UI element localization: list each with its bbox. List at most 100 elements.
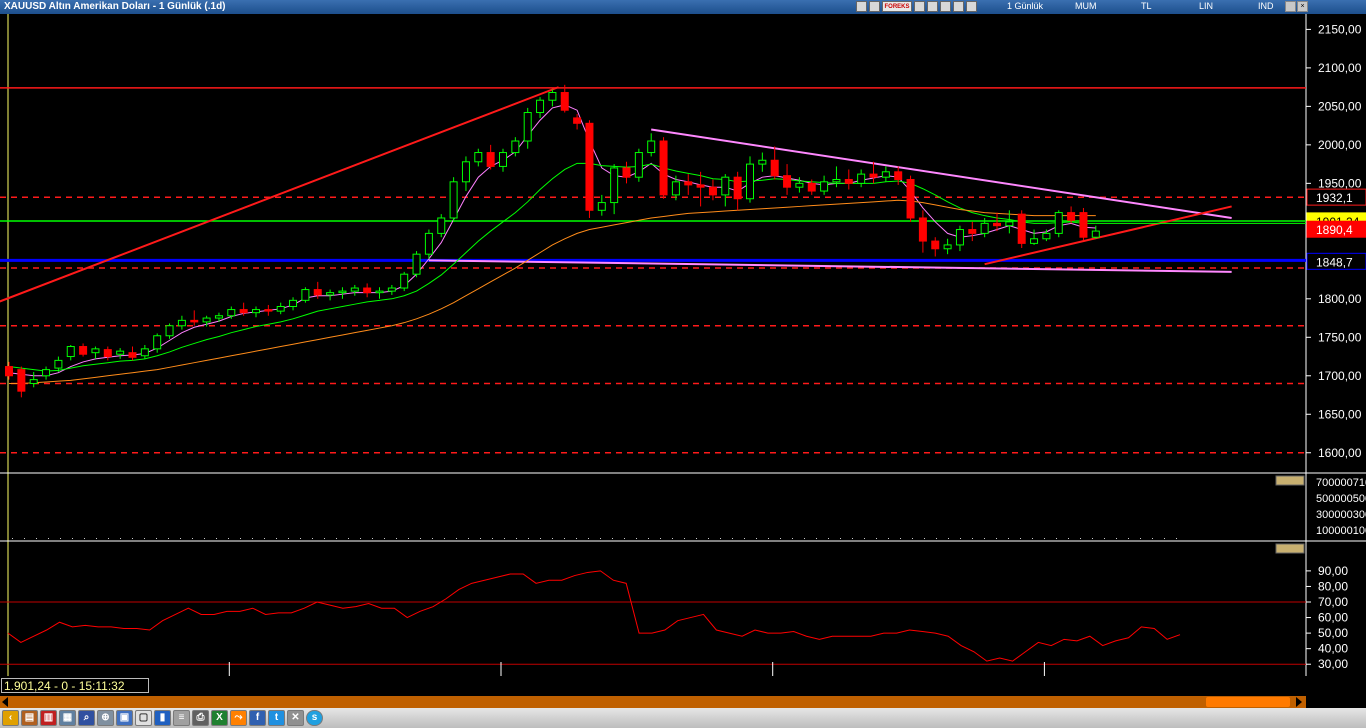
candle — [1042, 229, 1051, 242]
volume-baseline-dot — [876, 538, 877, 539]
volume-y-tick-label: 3000003000 — [1316, 509, 1366, 521]
candle — [5, 361, 13, 380]
candle-body — [412, 253, 421, 275]
time-scrollbar[interactable] — [0, 696, 1306, 708]
volume-baseline-dot — [432, 538, 433, 539]
grid-tool-icon[interactable]: ▦ — [59, 710, 76, 726]
trendline — [428, 259, 1232, 273]
candle-body — [1030, 238, 1039, 244]
volume-baseline-dot — [588, 538, 589, 539]
toolbar-icon-4[interactable] — [927, 1, 938, 12]
volume-baseline-dot — [840, 538, 841, 539]
currency-selector[interactable]: TL — [1141, 1, 1152, 11]
volume-baseline-dot — [1140, 538, 1141, 539]
print-tool-icon[interactable]: ▣ — [116, 710, 133, 726]
candle-body — [276, 306, 285, 312]
candle-body — [1067, 212, 1076, 221]
volume-baseline-dot — [108, 538, 109, 539]
candle — [597, 194, 606, 216]
close-icon[interactable]: × — [1297, 1, 1308, 12]
chart-tool-icon[interactable]: ▤ — [21, 710, 38, 726]
scale-selector[interactable]: LIN — [1199, 1, 1213, 11]
price-y-tick-label: 1750,00 — [1318, 330, 1362, 344]
candle-body — [1054, 212, 1063, 234]
candle — [758, 152, 767, 172]
foreks-badge: FOREKS — [884, 4, 910, 10]
period-selector[interactable]: 1 Günlük — [1007, 1, 1043, 11]
toolbar-icon-2[interactable] — [869, 1, 880, 12]
candle — [499, 148, 507, 172]
toolbar-icon-3[interactable] — [914, 1, 925, 12]
candle — [820, 175, 829, 195]
zoom-tool-icon[interactable]: ⊕ — [97, 710, 114, 726]
twitter-icon[interactable]: t — [268, 710, 285, 726]
excel-export-icon[interactable]: X — [211, 710, 228, 726]
candle — [326, 289, 335, 301]
candle — [844, 169, 853, 190]
chart-type-selector[interactable]: MUM — [1075, 1, 1097, 11]
candle-body — [1079, 212, 1088, 238]
volume-baseline-dot — [168, 538, 169, 539]
minimize-icon[interactable] — [1285, 1, 1296, 12]
volume-baseline-dot — [372, 538, 373, 539]
back-tool-icon[interactable]: ‹ — [2, 710, 19, 726]
scrollbar-thumb[interactable] — [1206, 697, 1290, 707]
candle-body — [91, 348, 100, 354]
skype-icon[interactable]: s — [306, 710, 323, 726]
facebook-icon[interactable]: f — [249, 710, 266, 726]
volume-baseline-dot — [156, 538, 157, 539]
volume-baseline-dot — [684, 538, 685, 539]
volume-baseline-dot — [564, 538, 565, 539]
chart-area[interactable]: 1600,001650,001700,001750,001800,001850,… — [0, 14, 1366, 696]
volume-baseline-dot — [288, 538, 289, 539]
printer-icon[interactable]: ⎙ — [192, 710, 209, 726]
volume-baseline-dot — [888, 538, 889, 539]
volume-baseline-dot — [864, 538, 865, 539]
candle — [301, 287, 310, 303]
candle-body — [239, 309, 248, 314]
volume-y-tick-label: 5000005000 — [1316, 493, 1366, 505]
toolbar-icon-1[interactable] — [856, 1, 867, 12]
candle-body — [474, 152, 483, 163]
candle-body — [536, 99, 545, 114]
volume-baseline-dot — [180, 538, 181, 539]
database-tool-icon[interactable]: ▮ — [154, 710, 171, 726]
volume-baseline-dot — [252, 538, 253, 539]
rsi-panel-controls-icon — [1275, 543, 1305, 554]
candle — [29, 371, 38, 388]
candle-body — [227, 309, 236, 317]
tools-icon[interactable]: ✕ — [287, 710, 304, 726]
volume-baseline-dot — [264, 538, 265, 539]
candle-body — [128, 352, 137, 358]
candle-body — [177, 319, 186, 327]
rsi-line — [7, 570, 1181, 662]
scroll-right-arrow-icon[interactable] — [1296, 697, 1302, 707]
rsi-y-tick-label: 60,00 — [1318, 611, 1348, 625]
candle-body — [659, 140, 668, 196]
search-tool-icon[interactable]: ⌕ — [78, 710, 95, 726]
volume-baseline-dot — [600, 538, 601, 539]
candle-body — [289, 299, 298, 308]
volume-baseline-dot — [1020, 538, 1021, 539]
share-icon[interactable]: ⤳ — [230, 710, 247, 726]
bar-tool-icon[interactable]: ▥ — [40, 710, 57, 726]
candle-body — [1005, 221, 1014, 227]
scroll-left-arrow-icon[interactable] — [2, 697, 8, 707]
volume-baseline-dot — [828, 538, 829, 539]
candle — [461, 156, 470, 192]
volume-baseline-dot — [420, 538, 421, 539]
toolbar-icon-5[interactable] — [940, 1, 951, 12]
toolbar-icon-7[interactable] — [966, 1, 977, 12]
indicator-selector[interactable]: IND — [1258, 1, 1274, 11]
toolbar-icon-6[interactable] — [953, 1, 964, 12]
list-tool-icon[interactable]: ≡ — [173, 710, 190, 726]
volume-baseline-dot — [144, 538, 145, 539]
volume-baseline-dot — [456, 538, 457, 539]
document-tool-icon[interactable]: ▢ — [135, 710, 152, 726]
volume-baseline-dot — [348, 538, 349, 539]
candle — [424, 229, 433, 259]
volume-baseline-dot — [1068, 538, 1069, 539]
candle-body — [573, 117, 582, 124]
volume-baseline-dot — [336, 538, 337, 539]
volume-y-tick-label: 7000007100 — [1316, 477, 1366, 489]
